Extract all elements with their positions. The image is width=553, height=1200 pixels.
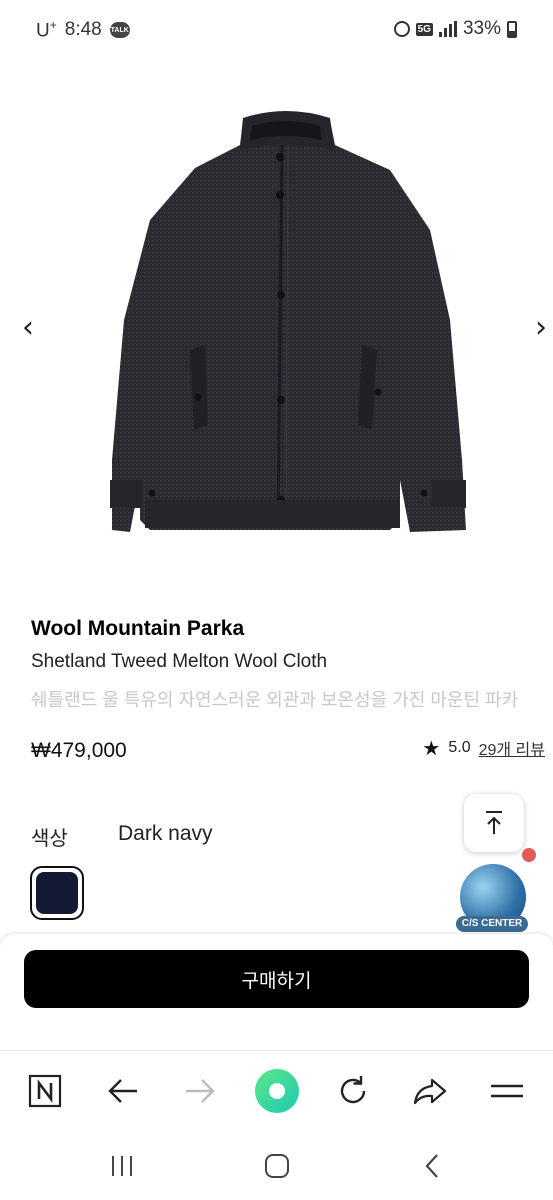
refresh-icon [340,1076,366,1104]
hamburger-menu-icon [491,1084,523,1098]
chevron-left-icon [425,1154,438,1178]
arrow-left-icon [108,1079,137,1103]
scroll-to-top-button[interactable] [464,794,524,852]
alarm-icon [393,21,410,37]
color-label: 색상 [31,828,68,850]
back-button[interactable] [99,1067,147,1115]
clock: 8:48 [64,19,102,41]
share-icon [413,1078,447,1105]
menu-button[interactable] [483,1067,531,1115]
cs-center-label: C/S CENTER [456,916,528,932]
color-swatch-dark-navy[interactable] [30,866,84,920]
purchase-sheet: 구매하기 [0,934,553,1050]
review-count-link[interactable]: 29개 리뷰 [479,736,545,760]
status-bar-right: 5G 33% [393,18,517,40]
share-button[interactable] [406,1067,454,1115]
product-subtitle: Shetland Tweed Melton Wool Cloth [31,651,328,672]
browser-toolbar [0,1050,553,1130]
product-description: 쉐틀랜드 울 특유의 자연스러운 외관과 보온성을 가진 마운틴 파카 [31,690,519,710]
home-icon [265,1154,289,1178]
rating-summary: ★ 5.0 29개 리뷰 [422,736,545,760]
color-value: Dark navy [118,822,213,845]
swatch-fill [36,872,78,914]
carrier-label: U+ [36,18,57,42]
recent-apps-button[interactable] [102,1148,142,1184]
forward-button[interactable] [176,1067,224,1115]
battery-percent: 33% [462,18,501,39]
buy-button[interactable]: 구매하기 [24,950,529,1008]
status-bar-left: U+ 8:48 TALK [36,18,130,42]
naver-home-button[interactable] [21,1067,69,1115]
notification-dot [522,848,536,862]
arrow-right-icon [186,1079,215,1103]
system-back-button[interactable] [412,1148,452,1184]
recent-apps-icon [112,1156,132,1176]
green-dot-button[interactable] [253,1067,301,1115]
product-image-carousel[interactable]: ‹ › [0,60,553,600]
battery-icon [507,20,517,38]
kakaotalk-icon: TALK [109,22,130,39]
signal-icon [438,21,457,37]
cs-center-button[interactable]: C/S CENTER [456,848,536,938]
arrow-up-to-line-icon [486,811,502,834]
product-name: Wool Mountain Parka [31,617,245,640]
carousel-prev-button[interactable]: ‹ [22,310,34,345]
home-button[interactable] [257,1148,297,1184]
network-type-icon: 5G [415,22,433,36]
refresh-button[interactable] [329,1067,377,1115]
android-nav-bar [0,1130,553,1200]
green-dot-icon [255,1069,299,1113]
product-price: ₩479,000 [31,739,127,762]
naver-n-icon [28,1074,62,1108]
star-icon: ★ [422,736,441,760]
rating-value: 5.0 [448,739,471,756]
carousel-next-button[interactable]: › [535,310,547,345]
product-image [110,111,466,532]
status-bar: U+ 8:48 TALK 5G 33% [0,0,553,60]
